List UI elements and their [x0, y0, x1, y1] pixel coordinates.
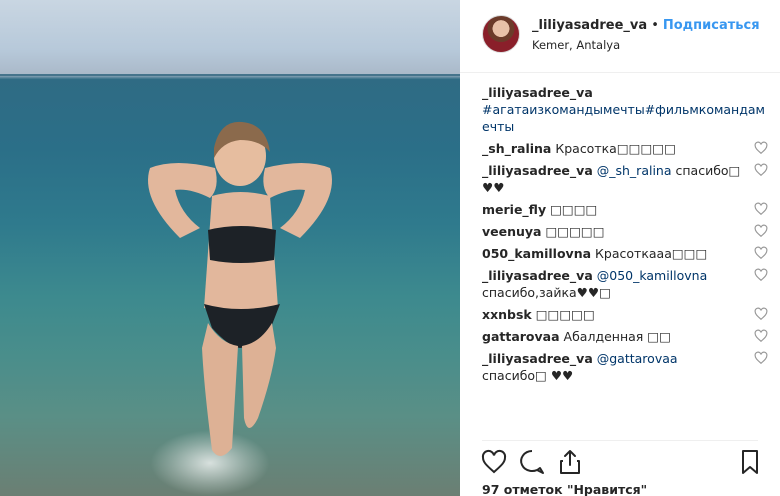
heart-icon[interactable] — [754, 224, 768, 238]
comment-item: _liliyasadree_va @_sh_ralina спасибо□ ♥♥ — [482, 162, 768, 196]
comment-item: 050_kamillovna Красоткааа□□□ — [482, 245, 768, 262]
separator-dot: • — [651, 18, 659, 33]
comment-username[interactable]: gattarovaa — [482, 329, 560, 344]
comment-username[interactable]: 050_kamillovna — [482, 246, 591, 261]
heart-icon[interactable] — [754, 329, 768, 343]
comment-text: спасибо,зайка♥♥□ — [482, 285, 611, 300]
post-location[interactable]: Kemer, Antalya — [532, 38, 620, 52]
horizon-line — [0, 74, 460, 76]
comment-username[interactable]: _sh_ralina — [482, 141, 551, 156]
heart-icon[interactable] — [754, 202, 768, 216]
comment-mention[interactable]: @_sh_ralina — [597, 163, 672, 178]
comment-item: gattarovaa Абалденная □□ — [482, 328, 768, 345]
comment-username[interactable]: xxnbsk — [482, 307, 532, 322]
comment-text: Красотка□□□□□ — [555, 141, 676, 156]
person-figure — [148, 121, 332, 457]
heart-icon[interactable] — [754, 268, 768, 282]
heart-icon[interactable] — [754, 307, 768, 321]
comment-text: Красоткааа□□□ — [595, 246, 708, 261]
comment-item: _liliyasadree_va @gattarovaa спасибо□ ♥♥ — [482, 350, 768, 384]
comment-mention[interactable]: @050_kamillovna — [597, 268, 708, 283]
comment-text: □□□□□ — [535, 307, 595, 322]
heart-icon[interactable] — [754, 351, 768, 365]
comment-username[interactable]: veenuya — [482, 224, 542, 239]
post-username[interactable]: _liliyasadree_va — [532, 18, 647, 33]
comments-list: _liliyasadree_va #агатаизкомандымечты#фи… — [482, 84, 768, 389]
comment-username[interactable]: _liliyasadree_va — [482, 351, 593, 366]
comment-mention[interactable]: @gattarovaa — [597, 351, 678, 366]
comment-text: Абалденная □□ — [563, 329, 671, 344]
heart-icon[interactable] — [480, 448, 508, 476]
comment-item: merie_fly □□□□ — [482, 201, 768, 218]
comment-item: _liliyasadree_va @050_kamillovna спасибо,… — [482, 267, 768, 301]
heart-icon[interactable] — [754, 246, 768, 260]
post-caption: _liliyasadree_va #агатаизкомандымечты#фи… — [482, 84, 768, 135]
header-user-line: _liliyasadree_va • Подписаться — [532, 18, 760, 33]
avatar[interactable] — [482, 15, 520, 53]
comment-username[interactable]: merie_fly — [482, 202, 546, 217]
comment-item: xxnbsk □□□□□ — [482, 306, 768, 323]
share-icon[interactable] — [556, 448, 584, 476]
bookmark-icon[interactable] — [736, 448, 764, 476]
post-side-panel: _liliyasadree_va • Подписаться Kemer, Anta… — [460, 0, 780, 496]
comment-username[interactable]: _liliyasadree_va — [482, 268, 593, 283]
heart-icon[interactable] — [754, 141, 768, 155]
comment-item: _sh_ralina Красотка□□□□□ — [482, 140, 768, 157]
comment-icon[interactable] — [518, 448, 546, 476]
comment-item: veenuya □□□□□ — [482, 223, 768, 240]
caption-hashtags[interactable]: #агатаизкомандымечты#фильмкомандамечты — [482, 102, 765, 134]
comment-text: спасибо□ ♥♥ — [482, 368, 574, 383]
heart-icon[interactable] — [754, 163, 768, 177]
comment-text: □□□□ — [550, 202, 598, 217]
comment-text: □□□□□ — [545, 224, 605, 239]
likes-count[interactable]: 97 отметок "Нравится" — [482, 482, 647, 496]
comment-username[interactable]: _liliyasadree_va — [482, 163, 593, 178]
caption-username[interactable]: _liliyasadree_va — [482, 84, 768, 101]
post-header: _liliyasadree_va • Подписаться Kemer, Anta… — [460, 0, 780, 73]
post-photo[interactable] — [0, 0, 460, 496]
actions-divider — [482, 440, 758, 441]
action-bar — [480, 448, 764, 476]
follow-button[interactable]: Подписаться — [663, 18, 760, 33]
